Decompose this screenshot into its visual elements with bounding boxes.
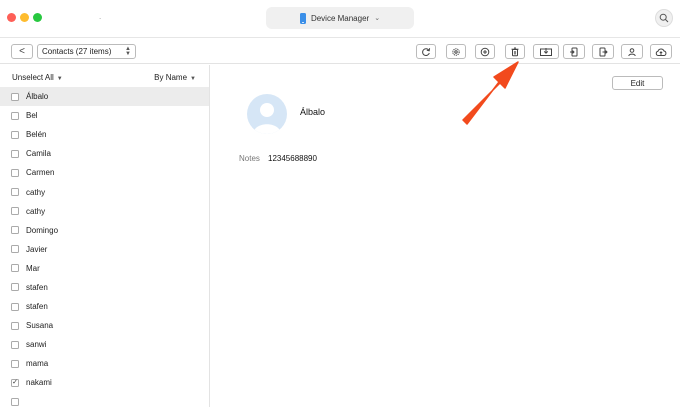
sidebar-header: Unselect All ▼ By Name ▼ xyxy=(0,65,209,87)
contact-name: Álbalo xyxy=(26,92,49,102)
contact-card-icon xyxy=(628,47,636,56)
checkbox-checked[interactable]: ✓ xyxy=(11,378,19,387)
export-to-computer-button[interactable] xyxy=(533,44,559,59)
checkbox[interactable] xyxy=(11,226,19,235)
checkbox[interactable] xyxy=(11,398,19,407)
list-item[interactable]: Javier xyxy=(0,240,209,259)
contact-name: Bel xyxy=(26,111,38,121)
unselect-all-dropdown[interactable]: Unselect All ▼ xyxy=(12,73,63,82)
import-icon xyxy=(570,47,578,56)
refresh-button[interactable] xyxy=(416,44,436,59)
checkbox[interactable] xyxy=(11,321,19,330)
close-window-button[interactable] xyxy=(7,13,16,22)
refresh-icon xyxy=(422,47,431,56)
contact-name: Camila xyxy=(26,149,51,159)
list-item[interactable]: Carmen xyxy=(0,163,209,182)
back-button[interactable]: < xyxy=(11,44,33,59)
contact-name: cathy xyxy=(26,187,46,197)
caret-down-icon: ▼ xyxy=(190,76,196,82)
minimize-window-button[interactable] xyxy=(20,13,29,22)
chevron-left-icon: < xyxy=(19,46,25,57)
checkbox[interactable] xyxy=(11,207,19,216)
contact-name: Domingo xyxy=(26,225,59,235)
checkbox[interactable] xyxy=(11,130,19,139)
list-item[interactable]: Susana xyxy=(0,316,209,335)
contact-name: Mar xyxy=(26,263,40,273)
unselect-all-label: Unselect All xyxy=(12,73,54,82)
contact-list: Álbalo Bel Belén Camila Carmen cathy cat… xyxy=(0,87,209,407)
checkbox[interactable] xyxy=(11,92,19,101)
import-button[interactable] xyxy=(563,44,585,59)
list-item[interactable]: ✓ nakami xyxy=(0,373,209,392)
checkbox[interactable] xyxy=(11,111,19,120)
contact-name: mama xyxy=(26,359,49,369)
list-item[interactable]: Mar xyxy=(0,259,209,278)
contact-name: Belén xyxy=(26,130,47,140)
cloud-upload-icon xyxy=(655,48,667,56)
contact-name: Susana xyxy=(26,321,54,331)
checkbox[interactable] xyxy=(11,302,19,311)
contact-card-button[interactable] xyxy=(621,44,643,59)
export-button[interactable] xyxy=(592,44,614,59)
checkbox[interactable] xyxy=(11,283,19,292)
category-select-value: Contacts (27 items) xyxy=(42,47,112,56)
person-icon xyxy=(253,103,281,134)
list-item[interactable]: Álbalo xyxy=(0,87,209,107)
list-item[interactable]: Domingo xyxy=(0,221,209,240)
list-item[interactable]: Bel xyxy=(0,106,209,125)
list-item[interactable]: Camila xyxy=(0,144,209,163)
cloud-upload-button[interactable] xyxy=(650,44,672,59)
contact-name: nakami xyxy=(26,378,52,388)
list-item[interactable]: cathy xyxy=(0,202,209,221)
annotation-arrow-icon xyxy=(462,61,519,125)
list-item[interactable]: stafen xyxy=(0,297,209,316)
search-button[interactable] xyxy=(655,9,673,27)
list-item[interactable]: cathy xyxy=(0,182,209,201)
select-arrows-icon: ▲ ▼ xyxy=(125,45,131,57)
contact-name: Javier xyxy=(26,244,48,254)
sort-by-label: By Name xyxy=(154,73,188,82)
list-item[interactable]: Belén xyxy=(0,125,209,144)
checkbox[interactable] xyxy=(11,168,19,177)
zoom-window-button[interactable] xyxy=(33,13,42,22)
contacts-sidebar: Unselect All ▼ By Name ▼ Álbalo Bel Belén … xyxy=(0,65,210,407)
list-item[interactable]: stafen xyxy=(0,278,209,297)
list-item[interactable]: sanwi xyxy=(0,335,209,354)
device-manager-label: Device Manager xyxy=(310,13,370,23)
title-bar: . Device Manager ⌄ xyxy=(0,0,680,38)
list-item[interactable] xyxy=(0,393,209,407)
caret-down-icon: ▼ xyxy=(56,76,63,82)
checkbox[interactable] xyxy=(11,359,19,368)
contact-name: cathy xyxy=(26,206,46,216)
chevron-down-icon: ⌄ xyxy=(374,15,381,22)
sort-by-dropdown[interactable]: By Name ▼ xyxy=(154,73,196,82)
checkbox[interactable] xyxy=(11,264,19,273)
checkbox[interactable] xyxy=(11,340,19,349)
export-to-computer-icon xyxy=(540,47,552,56)
edit-button[interactable]: Edit xyxy=(612,76,663,90)
contact-detail-pane: Edit Álbalo Notes 12345688890 xyxy=(211,65,680,407)
contact-name: sanwi xyxy=(26,340,47,350)
checkbox[interactable] xyxy=(11,188,19,197)
notes-value: 12345688890 xyxy=(268,154,317,163)
list-item[interactable]: mama xyxy=(0,354,209,373)
toolbar: < Contacts (27 items) ▲ ▼ xyxy=(0,39,680,64)
contact-name: stafen xyxy=(26,282,48,292)
phone-icon xyxy=(299,12,306,24)
contact-name: Carmen xyxy=(26,168,55,178)
search-icon xyxy=(659,13,669,23)
contact-name: stafen xyxy=(26,302,48,312)
checkbox[interactable] xyxy=(11,245,19,254)
checkbox[interactable] xyxy=(11,149,19,158)
export-icon xyxy=(599,47,608,56)
device-manager-selector[interactable]: Device Manager ⌄ xyxy=(266,7,414,29)
title-dot: . xyxy=(99,12,102,21)
avatar xyxy=(247,94,287,134)
contact-title: Álbalo xyxy=(300,107,326,117)
category-select[interactable]: Contacts (27 items) ▲ ▼ xyxy=(37,44,136,59)
notes-label: Notes xyxy=(239,154,260,163)
